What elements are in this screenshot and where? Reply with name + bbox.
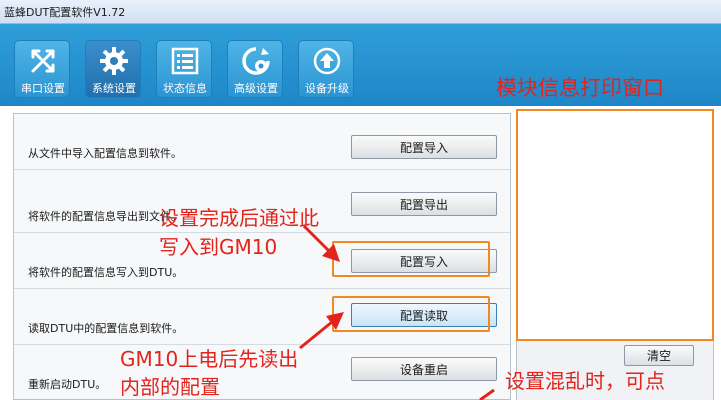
- toolbar: 串口设置 系统设置 状态信息 高级设置 设备升级 模块信息打印窗口: [0, 24, 721, 106]
- tab-label: 状态信息: [163, 82, 207, 95]
- gear-icon: [100, 47, 128, 75]
- annotation-read-line-1: GM10上电后先读出: [120, 347, 299, 371]
- tab-label: 高级设置: [234, 82, 278, 95]
- clear-log-button[interactable]: 清空: [624, 345, 694, 366]
- crossed-arrows-icon: [31, 49, 55, 73]
- config-export-button[interactable]: 配置导出: [351, 192, 497, 216]
- refresh-gear-icon: [242, 47, 270, 75]
- tab-label: 设备升级: [305, 82, 349, 95]
- row-description: 从文件中导入配置信息到软件。: [28, 147, 182, 160]
- row-description: 重新启动DTU。: [28, 378, 107, 391]
- row-description: 读取DTU中的配置信息到软件。: [28, 322, 184, 335]
- config-row-import: 从文件中导入配置信息到软件。 配置导入: [14, 114, 510, 170]
- tab-device-upgrade[interactable]: 设备升级: [298, 40, 354, 98]
- annotation-write-line-1: 设置完成后通过此: [159, 206, 319, 230]
- annotation-read-line-2: 内部的配置: [120, 375, 220, 399]
- tab-label: 串口设置: [21, 82, 65, 95]
- window-title: 蓝蜂DUT配置软件V1.72: [4, 6, 126, 19]
- annotation-write-line-2: 写入到GM10: [159, 235, 278, 259]
- tab-status-info[interactable]: 状态信息: [156, 40, 212, 98]
- annotation-reset: 设置混乱时，可点: [505, 369, 665, 393]
- tab-system-settings[interactable]: 系统设置: [85, 40, 141, 98]
- tab-label: 系统设置: [92, 82, 136, 95]
- row-description: 将软件的配置信息写入到DTU。: [28, 266, 184, 279]
- read-button-highlight: [332, 296, 490, 332]
- list-icon: [171, 47, 199, 75]
- device-restart-button[interactable]: 设备重启: [351, 357, 497, 381]
- upload-icon: [313, 47, 341, 75]
- write-button-highlight: [332, 241, 490, 277]
- tab-serial-settings[interactable]: 串口设置: [14, 40, 70, 98]
- config-import-button[interactable]: 配置导入: [351, 135, 497, 159]
- module-panel-title: 模块信息打印窗口: [496, 76, 664, 100]
- title-bar: 蓝蜂DUT配置软件V1.72: [0, 0, 721, 24]
- module-log-area[interactable]: [516, 109, 714, 341]
- tab-advanced-settings[interactable]: 高级设置: [227, 40, 283, 98]
